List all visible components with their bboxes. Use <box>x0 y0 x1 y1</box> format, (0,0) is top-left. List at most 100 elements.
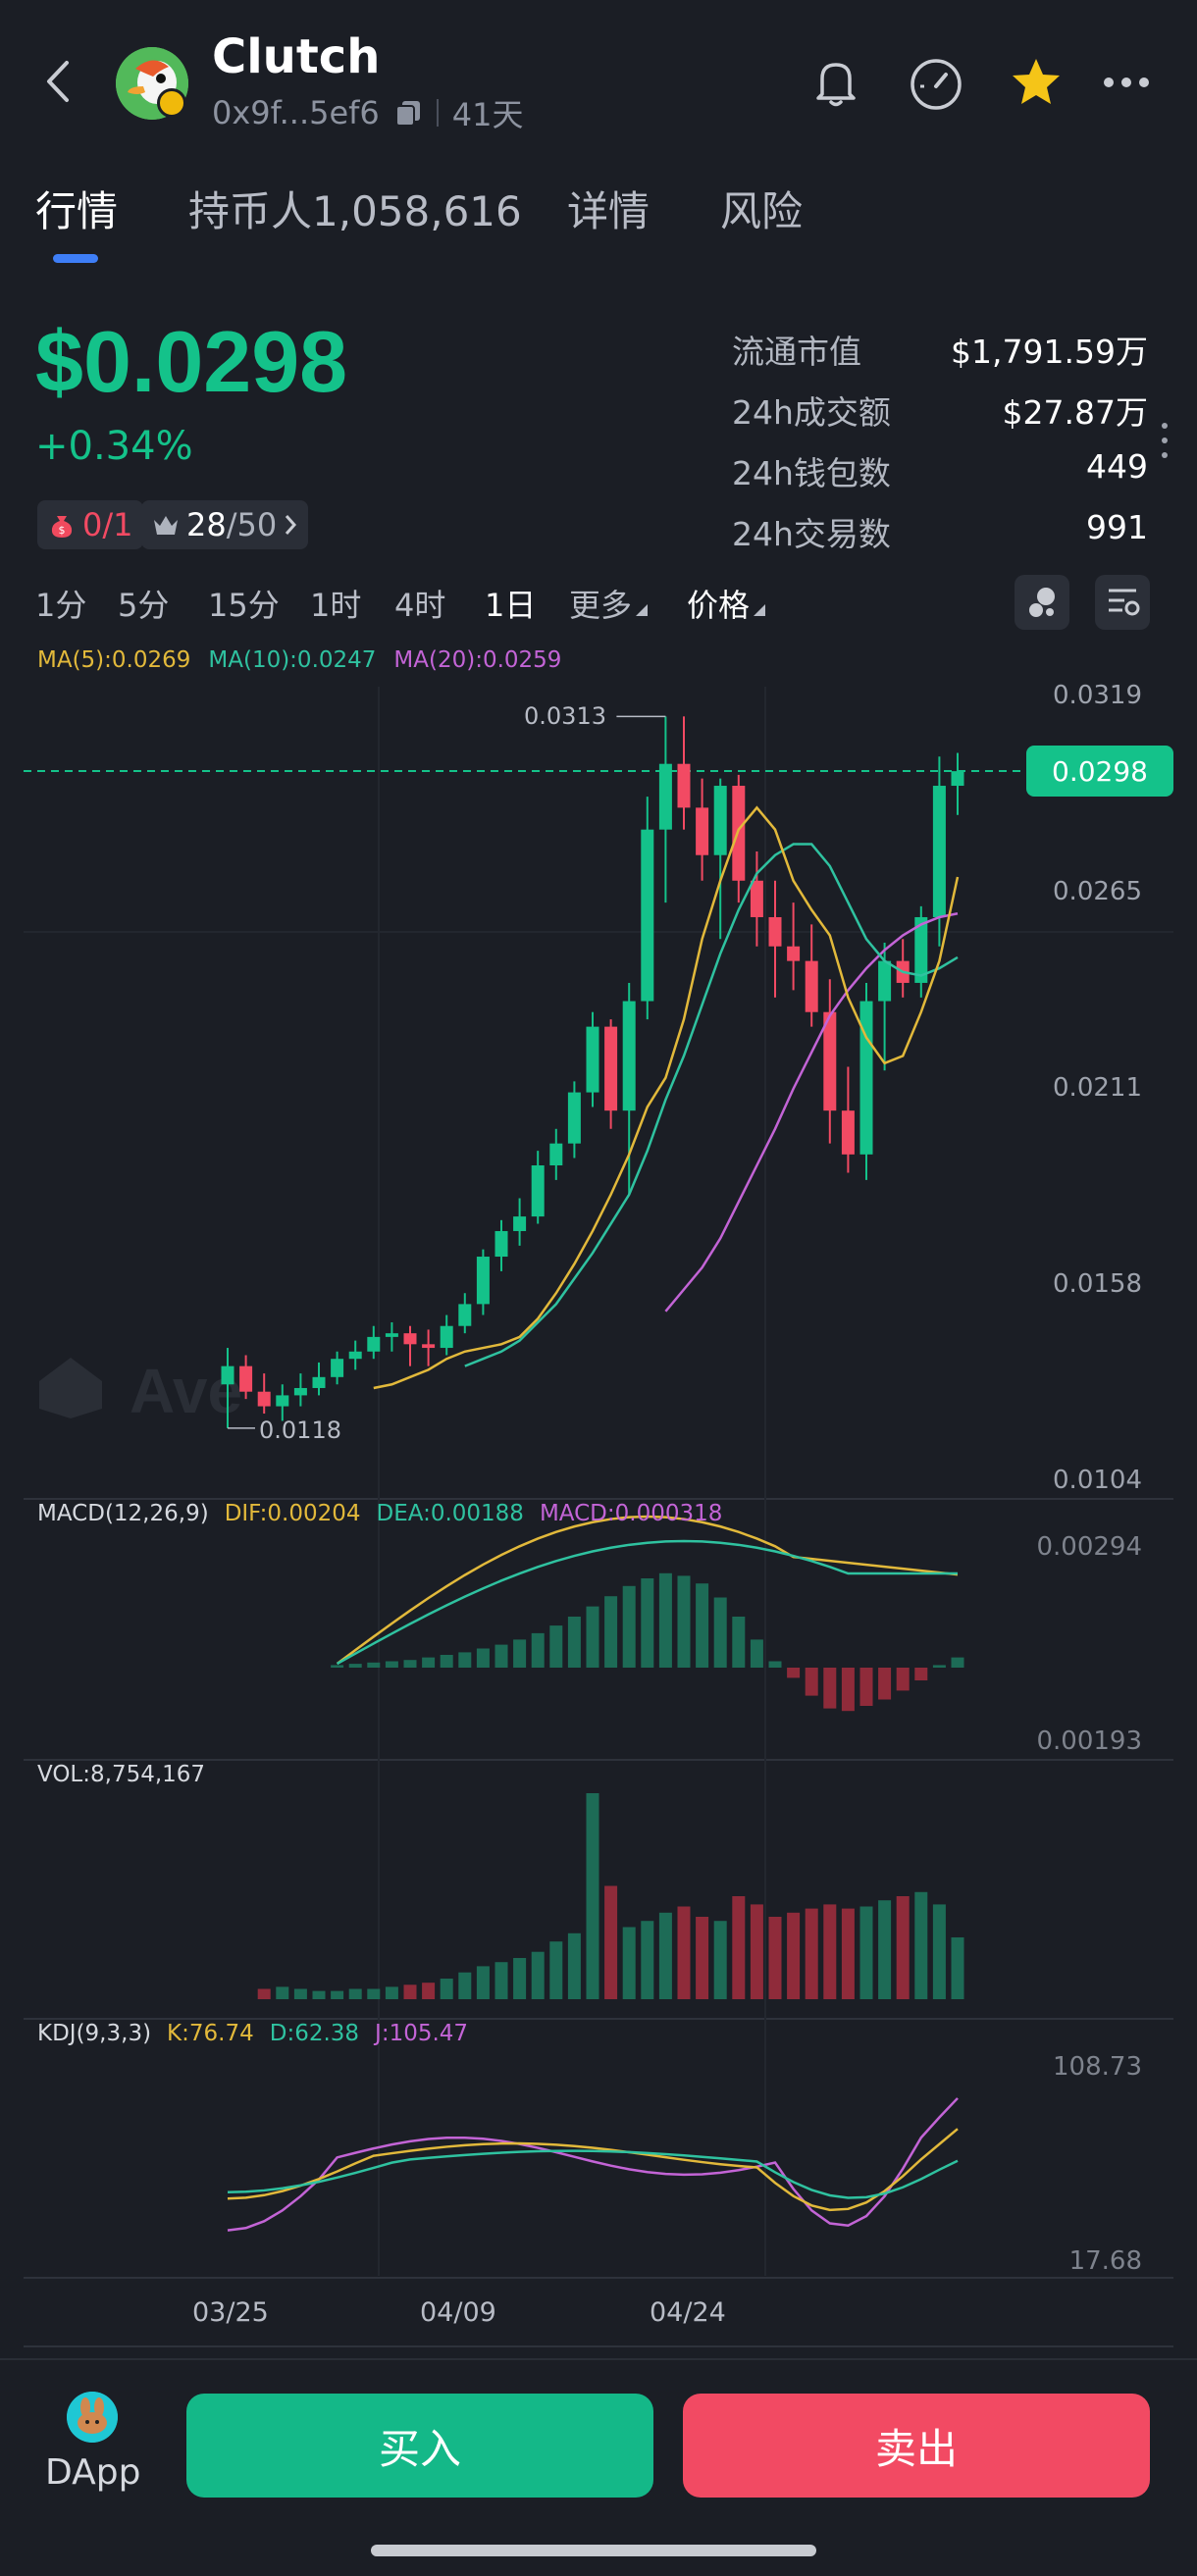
tf-1m[interactable]: 1分 <box>35 581 86 626</box>
x-axis-label: 04/09 <box>420 2297 496 2328</box>
kline-chart[interactable]: Ave <box>0 628 1197 2354</box>
macd-histogram-bar <box>932 1665 946 1668</box>
macd-histogram-bar <box>513 1639 527 1668</box>
tf-15m[interactable]: 15分 <box>208 581 280 626</box>
vertical-more-icon[interactable] <box>1159 420 1171 461</box>
volume-bar <box>531 1951 545 1999</box>
macd-histogram-bar <box>859 1668 873 1706</box>
kdj-axis-label: 108.73 <box>1053 2052 1142 2082</box>
indicator-tool-button[interactable] <box>1015 575 1069 630</box>
candle-body <box>604 1026 618 1111</box>
macd-histogram-bar <box>713 1597 727 1668</box>
bell-icon[interactable] <box>805 51 867 114</box>
tf-4h[interactable]: 4时 <box>394 581 445 626</box>
crown-value: 28 <box>186 506 227 543</box>
stat-value-market-cap: $1,791.59万 <box>951 333 1148 371</box>
back-arrow-icon[interactable] <box>39 57 78 106</box>
star-favorite-icon[interactable] <box>1005 51 1067 114</box>
token-age: 41天 <box>451 96 524 133</box>
moneybag-badge[interactable]: $ 0/1 <box>37 500 143 549</box>
more-icon[interactable] <box>1095 51 1158 114</box>
tf-5m[interactable]: 5分 <box>118 581 169 626</box>
low-price-label: 0.0118 <box>259 1417 341 1444</box>
candle-body <box>312 1376 326 1388</box>
volume-bar <box>385 1986 398 1999</box>
macd-histogram-bar <box>878 1668 892 1700</box>
chart-settings-button[interactable] <box>1095 575 1150 630</box>
copy-icon[interactable] <box>393 98 423 128</box>
volume-bar <box>549 1941 563 1999</box>
macd-dif: DIF:0.00204 <box>224 1501 361 1526</box>
divider <box>436 99 439 127</box>
stat-label-volume: 24h成交额 <box>732 393 891 432</box>
macd-histogram-bar <box>768 1661 782 1668</box>
macd-value: MACD:0.000318 <box>539 1501 723 1526</box>
candle-body <box>622 1001 636 1111</box>
volume-bar <box>951 1937 964 1999</box>
macd-histogram-bar <box>367 1662 381 1668</box>
kdj-j-line <box>227 2097 959 2232</box>
watermark-logo-icon <box>39 1358 102 1418</box>
sell-button[interactable]: 卖出 <box>683 2394 1150 2498</box>
dropdown-corner-icon <box>636 604 649 616</box>
volume-bar <box>367 1988 381 1999</box>
tf-more-dropdown[interactable]: 更多 <box>569 581 649 626</box>
gauge-icon[interactable] <box>905 51 967 114</box>
volume-bar <box>932 1904 946 1999</box>
macd-histogram-bar <box>385 1661 398 1668</box>
tf-1h[interactable]: 1时 <box>310 581 361 626</box>
candle-body <box>713 786 727 855</box>
macd-histogram-bar <box>476 1648 490 1668</box>
crown-icon <box>154 516 178 535</box>
macd-histogram-bar <box>732 1617 746 1668</box>
tab-details[interactable]: 详情 <box>567 179 650 238</box>
macd-histogram-bar <box>422 1657 436 1668</box>
macd-histogram-bar <box>658 1572 672 1668</box>
candle-body <box>677 763 691 808</box>
current-price-tag: 0.0298 <box>1026 746 1173 797</box>
tab-market[interactable]: 行情 <box>35 179 118 238</box>
candle-body <box>276 1395 289 1407</box>
macd-dea: DEA:0.00188 <box>376 1501 524 1526</box>
stat-value-volume: $27.87万 <box>1002 393 1148 432</box>
volume-bar <box>677 1906 691 1999</box>
kdj-title: KDJ(9,3,3) <box>37 2021 152 2046</box>
volume-bar <box>257 1988 271 1999</box>
macd-histogram-bar <box>440 1655 453 1668</box>
volume-bar <box>878 1900 892 1999</box>
volume-bar <box>841 1908 855 1999</box>
pancake-bunny-icon[interactable] <box>67 2392 118 2443</box>
candle-body <box>641 829 654 1002</box>
token-subline: 0x9f...5ef6 41天 <box>212 90 524 135</box>
buy-button[interactable]: 买入 <box>186 2394 653 2498</box>
volume-bar <box>713 1921 727 1999</box>
volume-bar <box>494 1962 508 1999</box>
candle-body <box>458 1304 472 1326</box>
volume-bar <box>641 1921 654 1999</box>
volume-bar <box>331 1990 344 1999</box>
volume-bar <box>658 1912 672 1999</box>
volume-bar <box>768 1917 782 1999</box>
candle-body <box>476 1257 490 1305</box>
active-tab-indicator <box>53 254 98 263</box>
macd-histogram-bar <box>458 1652 472 1668</box>
volume-value: VOL:8,754,167 <box>37 1762 206 1787</box>
volume-bar <box>567 1932 581 1999</box>
x-axis-label: 03/25 <box>192 2297 269 2328</box>
candle-body <box>586 1026 599 1093</box>
macd-axis-label: 0.00193 <box>1036 1726 1142 1756</box>
chain-badge-icon <box>157 88 186 118</box>
tf-1d[interactable]: 1日 <box>485 581 536 626</box>
ma10-line <box>464 843 959 1367</box>
sell-label: 卖出 <box>874 2425 958 2472</box>
volume-legend: VOL:8,754,167 <box>37 1762 205 1787</box>
candle-body <box>750 880 763 917</box>
tab-holders[interactable]: 持币人1,058,616 <box>188 179 522 238</box>
dapp-label[interactable]: DApp <box>45 2452 140 2493</box>
price-type-dropdown[interactable]: 价格 <box>687 581 766 626</box>
volume-bar <box>914 1891 928 1999</box>
crown-badge[interactable]: 28 /50 <box>141 500 309 549</box>
candle-body <box>567 1092 581 1144</box>
candle-body <box>239 1365 253 1392</box>
tab-risk[interactable]: 风险 <box>720 179 803 238</box>
